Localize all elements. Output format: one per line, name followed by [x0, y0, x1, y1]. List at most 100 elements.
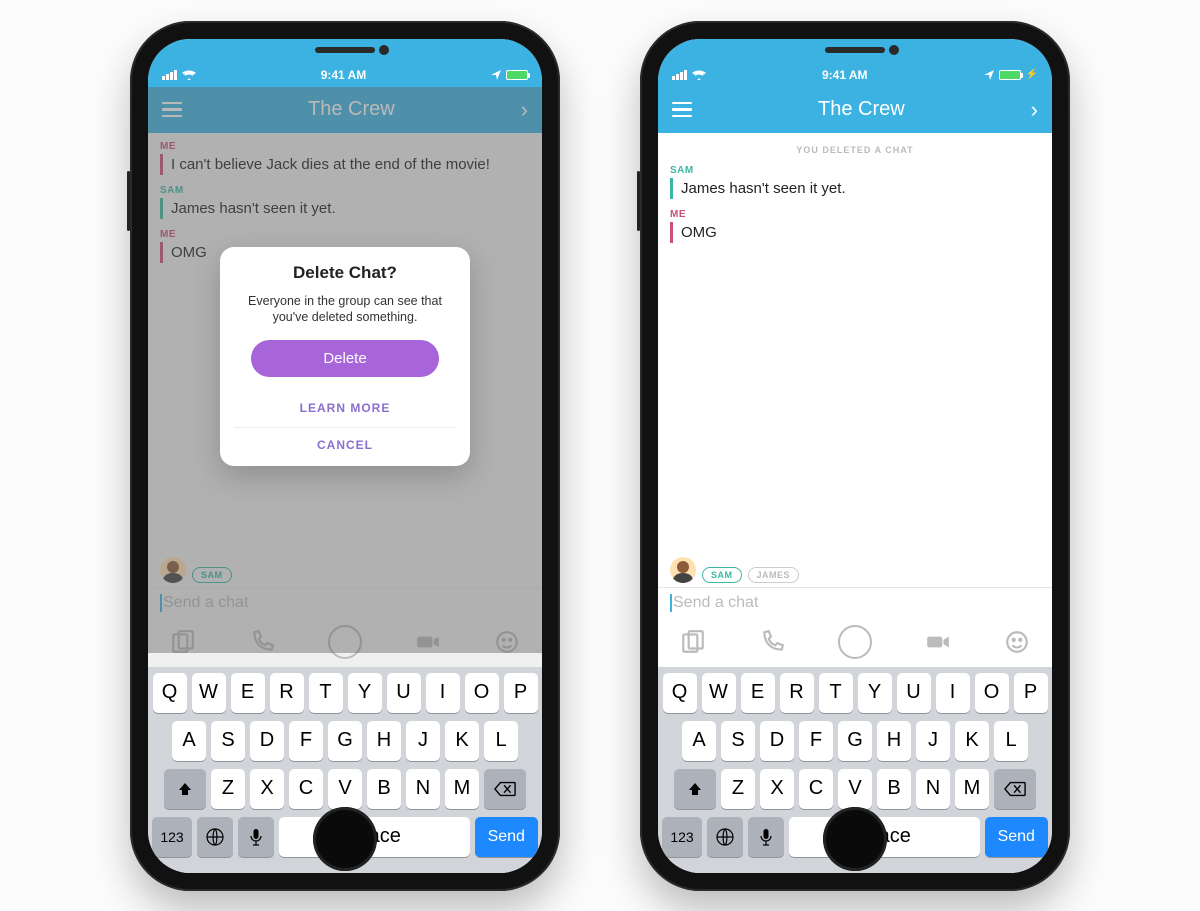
globe-key[interactable]	[197, 817, 233, 857]
key-m[interactable]: M	[445, 769, 479, 809]
modal-overlay[interactable]: Delete Chat? Everyone in the group can s…	[148, 87, 542, 653]
signal-icon	[162, 70, 177, 80]
key-o[interactable]: O	[465, 673, 499, 713]
key-i[interactable]: I	[426, 673, 460, 713]
key-g[interactable]: G	[328, 721, 362, 761]
key-c[interactable]: C	[799, 769, 833, 809]
presence-row: SAM JAMES	[658, 557, 1052, 587]
battery-icon	[506, 70, 528, 80]
keyboard-row: ZXCVBNM	[662, 769, 1048, 809]
key-y[interactable]: Y	[858, 673, 892, 713]
backspace-key[interactable]	[484, 769, 526, 809]
key-w[interactable]: W	[702, 673, 736, 713]
key-r[interactable]: R	[780, 673, 814, 713]
key-m[interactable]: M	[955, 769, 989, 809]
key-w[interactable]: W	[192, 673, 226, 713]
key-n[interactable]: N	[916, 769, 950, 809]
capture-button[interactable]	[838, 625, 872, 659]
location-icon	[491, 70, 501, 80]
key-s[interactable]: S	[211, 721, 245, 761]
key-b[interactable]: B	[367, 769, 401, 809]
key-z[interactable]: Z	[211, 769, 245, 809]
key-i[interactable]: I	[936, 673, 970, 713]
key-r[interactable]: R	[270, 673, 304, 713]
key-k[interactable]: K	[955, 721, 989, 761]
location-icon	[984, 70, 994, 80]
key-h[interactable]: H	[367, 721, 401, 761]
mic-key[interactable]	[748, 817, 784, 857]
key-j[interactable]: J	[916, 721, 950, 761]
numbers-key[interactable]: 123	[662, 817, 702, 857]
key-t[interactable]: T	[309, 673, 343, 713]
key-g[interactable]: G	[838, 721, 872, 761]
signal-icon	[672, 70, 687, 80]
cancel-button[interactable]: CANCEL	[234, 427, 456, 462]
home-button[interactable]	[313, 807, 377, 871]
key-d[interactable]: D	[760, 721, 794, 761]
key-j[interactable]: J	[406, 721, 440, 761]
key-e[interactable]: E	[741, 673, 775, 713]
key-a[interactable]: A	[682, 721, 716, 761]
shift-key[interactable]	[674, 769, 716, 809]
message[interactable]: SAM James hasn't seen it yet.	[670, 165, 1040, 199]
phone-mockup-left: 9:41 AM The Crew › ME I can't believe Ja…	[130, 21, 560, 891]
key-a[interactable]: A	[172, 721, 206, 761]
video-icon[interactable]	[925, 629, 951, 655]
mic-key[interactable]	[238, 817, 274, 857]
key-d[interactable]: D	[250, 721, 284, 761]
input-placeholder: Send a chat	[673, 595, 758, 612]
key-x[interactable]: X	[760, 769, 794, 809]
home-button[interactable]	[823, 807, 887, 871]
gallery-icon[interactable]	[680, 629, 706, 655]
key-z[interactable]: Z	[721, 769, 755, 809]
message-text: OMG	[670, 222, 1040, 243]
key-f[interactable]: F	[799, 721, 833, 761]
key-v[interactable]: V	[838, 769, 872, 809]
status-time: 9:41 AM	[321, 68, 367, 82]
message[interactable]: ME OMG	[670, 209, 1040, 243]
key-s[interactable]: S	[721, 721, 755, 761]
key-u[interactable]: U	[387, 673, 421, 713]
key-p[interactable]: P	[504, 673, 538, 713]
key-o[interactable]: O	[975, 673, 1009, 713]
send-key[interactable]: Send	[475, 817, 539, 857]
key-p[interactable]: P	[1014, 673, 1048, 713]
phone-speaker	[315, 47, 375, 53]
key-u[interactable]: U	[897, 673, 931, 713]
key-e[interactable]: E	[231, 673, 265, 713]
menu-icon[interactable]	[672, 102, 692, 118]
key-l[interactable]: L	[994, 721, 1028, 761]
emoji-icon[interactable]	[1004, 629, 1030, 655]
key-t[interactable]: T	[819, 673, 853, 713]
deleted-banner: YOU DELETED A CHAT	[670, 145, 1040, 155]
key-x[interactable]: X	[250, 769, 284, 809]
shift-key[interactable]	[164, 769, 206, 809]
keyboard-row: QWERTYUIOP	[662, 673, 1048, 713]
chat-input[interactable]: Send a chat	[658, 587, 1052, 618]
key-k[interactable]: K	[445, 721, 479, 761]
key-l[interactable]: L	[484, 721, 518, 761]
numbers-key[interactable]: 123	[152, 817, 192, 857]
key-y[interactable]: Y	[348, 673, 382, 713]
key-h[interactable]: H	[877, 721, 911, 761]
phone-mockup-right: 9:41 AM ⚡ The Crew › YOU DELETED A CHAT …	[640, 21, 1070, 891]
chevron-right-icon[interactable]: ›	[1031, 97, 1038, 123]
learn-more-button[interactable]: LEARN MORE	[234, 391, 456, 425]
phone-icon[interactable]	[759, 629, 785, 655]
key-b[interactable]: B	[877, 769, 911, 809]
chat-title: The Crew	[818, 98, 905, 121]
charging-icon: ⚡	[1026, 69, 1038, 80]
backspace-key[interactable]	[994, 769, 1036, 809]
key-v[interactable]: V	[328, 769, 362, 809]
key-f[interactable]: F	[289, 721, 323, 761]
key-q[interactable]: Q	[663, 673, 697, 713]
key-n[interactable]: N	[406, 769, 440, 809]
avatar[interactable]	[670, 557, 696, 583]
globe-key[interactable]	[707, 817, 743, 857]
key-c[interactable]: C	[289, 769, 323, 809]
delete-button[interactable]: Delete	[251, 340, 440, 377]
send-key[interactable]: Send	[985, 817, 1049, 857]
dialog-title: Delete Chat?	[234, 263, 456, 283]
key-q[interactable]: Q	[153, 673, 187, 713]
wifi-icon	[182, 69, 196, 80]
